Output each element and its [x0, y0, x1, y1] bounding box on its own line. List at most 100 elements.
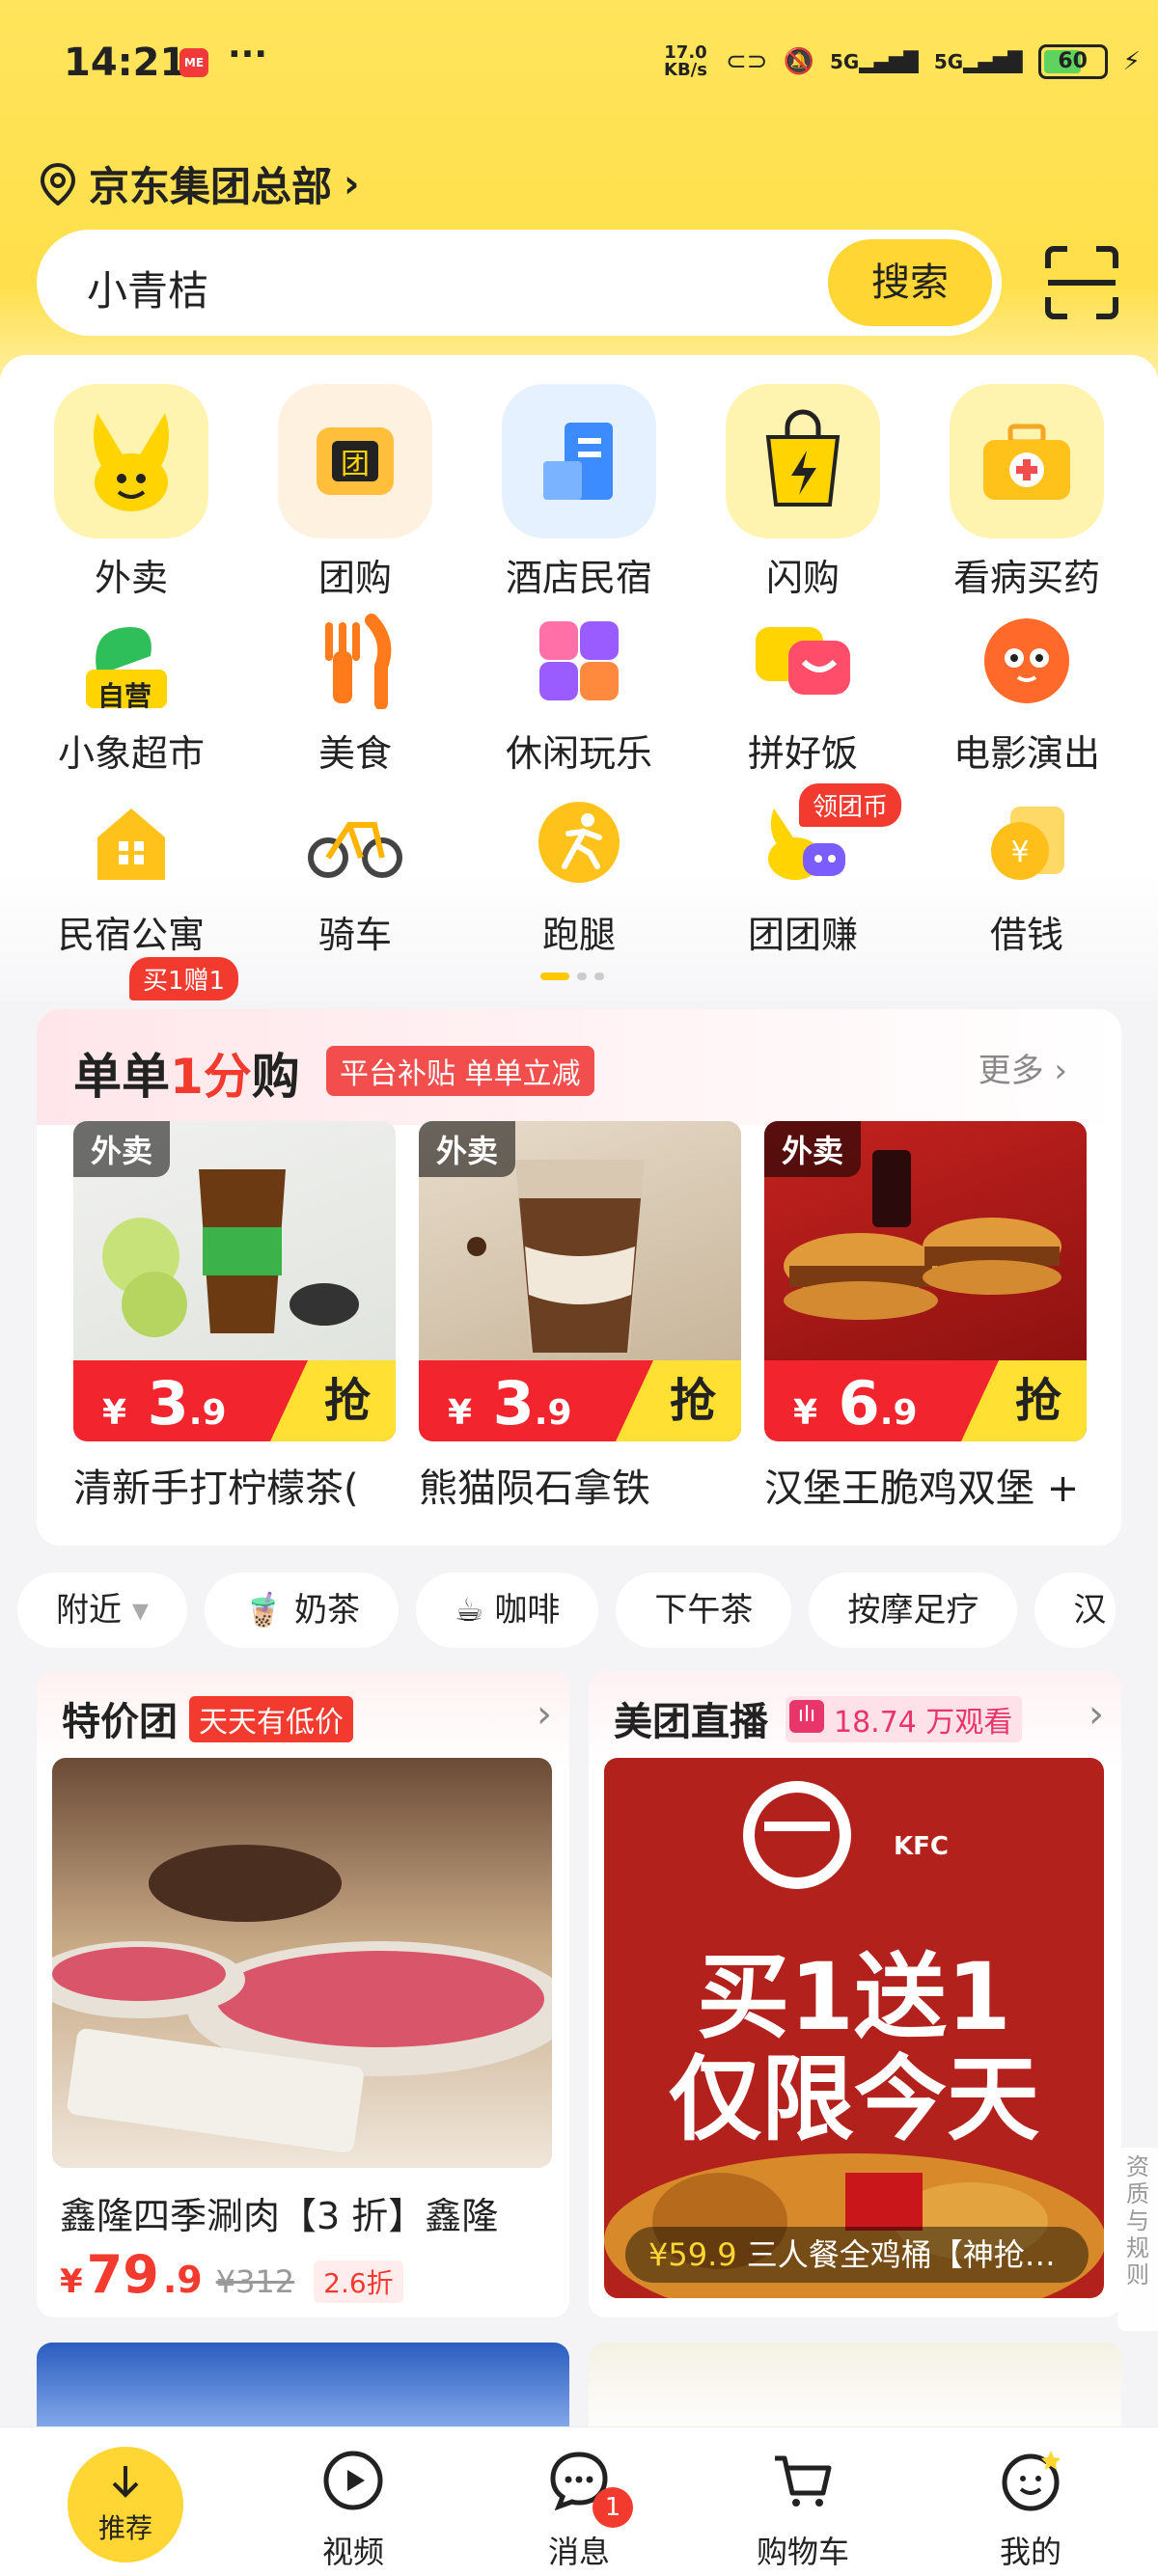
- category-label: 休闲玩乐: [505, 732, 652, 775]
- feed-price: ¥79.9 ¥312 2.6折: [60, 2244, 403, 2305]
- price-main: 79: [86, 2244, 159, 2305]
- runner-icon: [526, 789, 632, 895]
- category-medicine[interactable]: 看病买药: [930, 384, 1123, 601]
- deal-title: 单单1分购: [73, 1038, 300, 1108]
- tab-video[interactable]: 视频: [257, 2447, 450, 2572]
- currency: ¥: [60, 2262, 83, 2301]
- tab-label: 视频: [321, 2534, 384, 2570]
- price-decimal: .9: [879, 1393, 918, 1433]
- smile-icon: [1002, 2451, 1061, 2511]
- promo-badge-coin: 领团币: [799, 783, 902, 827]
- search-bar[interactable]: 小青桔 搜索: [37, 230, 1002, 336]
- filter-milk-tea[interactable]: 🧋 奶茶: [204, 1573, 400, 1648]
- hotel-icon: [502, 384, 656, 538]
- waimai-rabbit-icon: [54, 384, 208, 538]
- tab-messages[interactable]: 消息: [482, 2447, 676, 2572]
- status-time: 14:21: [64, 41, 187, 85]
- category-label: 小象超市: [57, 732, 205, 775]
- down-arrow-icon: [112, 2466, 139, 2498]
- category-bike[interactable]: 骑车: [259, 789, 452, 958]
- self-operated-badge: 自营: [97, 680, 152, 712]
- system-icons: ⊂⊃ 🔕 5G▂▄▆█ 5G▂▄▆█ 60 ⚡: [726, 44, 1141, 79]
- chevron-right-icon[interactable]: ›: [537, 1692, 552, 1737]
- message-badge: 1: [593, 2487, 633, 2528]
- grab-button[interactable]: 抢: [961, 1360, 1087, 1441]
- tab-cart[interactable]: 购物车: [706, 2447, 899, 2572]
- location-selector[interactable]: 京东集团总部 ›: [39, 154, 360, 213]
- category-hotel[interactable]: 酒店民宿: [482, 384, 676, 601]
- category-food[interactable]: 美食: [259, 608, 452, 777]
- filter-more[interactable]: 汉: [1034, 1573, 1117, 1648]
- filter-afternoon-tea[interactable]: 下午茶: [616, 1573, 792, 1648]
- filter-nearby[interactable]: 附近 ▾: [17, 1573, 187, 1648]
- category-label: 团团赚: [747, 914, 858, 956]
- category-apartment[interactable]: 民宿公寓: [35, 789, 228, 958]
- pinhaofan-icon: [750, 608, 856, 714]
- grab-button[interactable]: 抢: [270, 1360, 396, 1441]
- live-stream-card[interactable]: 美团直播 ılı 18.74 万观看 › KFC 买1送1 仅限今天 ¥59.9…: [589, 1671, 1121, 2317]
- burger-image: 外卖: [764, 1121, 1087, 1360]
- price-bar: ¥ 3.9 抢: [419, 1360, 741, 1441]
- category-panel: 外卖 团 团购 酒店民宿 闪购 看病买药 自营 小象超市 买1赠1 美食 休闲玩…: [0, 355, 1158, 1001]
- grab-button[interactable]: 抢: [616, 1360, 741, 1441]
- category-label: 酒店民宿: [505, 557, 652, 599]
- price-main: 6: [838, 1368, 880, 1439]
- bottom-tab-bar: 推荐 视频 消息 购物车 我的: [0, 2426, 1158, 2576]
- category-waimai[interactable]: 外卖: [35, 384, 228, 601]
- filter-label: 咖啡: [494, 1591, 561, 1630]
- special-group-card[interactable]: 特价团 天天有低价 › 鑫隆四季涮肉【3 折】鑫隆 ¥79.9 ¥312 2.6…: [37, 1671, 569, 2317]
- deal-item[interactable]: 外卖 ¥ 6.9 抢 汉堡王脆鸡双堡 +: [764, 1121, 1087, 1513]
- search-input[interactable]: 小青桔: [87, 259, 208, 317]
- category-pinhaofan[interactable]: 拼好饭: [706, 608, 899, 777]
- side-note-text: 资质与规则: [1126, 2153, 1149, 2288]
- search-button[interactable]: 搜索: [828, 239, 992, 326]
- chevron-right-icon[interactable]: ›: [1089, 1692, 1104, 1737]
- play-icon: [323, 2451, 383, 2510]
- category-leisure[interactable]: 休闲玩乐: [482, 608, 676, 777]
- currency: ¥: [793, 1393, 818, 1433]
- deal-title-highlight: 1分: [170, 1049, 252, 1105]
- category-supermarket[interactable]: 自营 小象超市: [35, 608, 228, 777]
- battery-level: 60: [1058, 49, 1088, 73]
- category-shangou[interactable]: 闪购: [706, 384, 899, 601]
- category-errand[interactable]: 跑腿: [482, 789, 676, 958]
- deal-item[interactable]: 外卖 ¥ 3.9 抢 清新手打柠檬茶(: [73, 1121, 396, 1513]
- deal-more-link[interactable]: 更多 ›: [979, 1044, 1067, 1091]
- viewer-count: 18.74 万观看: [834, 1706, 1013, 1740]
- qualification-rules-link[interactable]: 资质与规则: [1117, 2148, 1158, 2331]
- hotpot-image: [52, 1758, 552, 2168]
- deal-price: ¥ 3.9: [102, 1368, 227, 1439]
- currency: ¥: [102, 1393, 127, 1433]
- subsidy-badge: 平台补贴 单单立减: [326, 1046, 594, 1096]
- deal-title-prefix: 单单: [73, 1049, 170, 1105]
- latte-image: 外卖: [419, 1121, 741, 1360]
- medicine-box-icon: [950, 384, 1104, 538]
- flash-bag-icon: [726, 384, 880, 538]
- filter-coffee[interactable]: ☕ 咖啡: [416, 1573, 599, 1648]
- category-loan[interactable]: ¥ 借钱: [930, 789, 1123, 958]
- link-icon: ⊂⊃: [726, 47, 768, 76]
- svg-text:团: 团: [341, 448, 370, 481]
- location-name: 京东集团总部: [89, 163, 333, 210]
- filter-massage[interactable]: 按摩足疗: [809, 1573, 1018, 1648]
- tab-recommend[interactable]: 推荐: [68, 2447, 183, 2562]
- category-page-indicator: [540, 973, 604, 980]
- one-cent-deal-card: 单单1分购 平台补贴 单单立减 更多 › 外卖 ¥ 3.9 抢 清新手打柠檬茶(…: [37, 1009, 1121, 1546]
- category-label: 闪购: [765, 557, 840, 599]
- waimai-tag: 外卖: [419, 1121, 516, 1177]
- category-label: 美食: [317, 732, 392, 775]
- deal-title-suffix: 购: [251, 1049, 300, 1105]
- tab-label: 购物车: [756, 2534, 849, 2570]
- scan-icon[interactable]: [1044, 245, 1119, 320]
- category-movie[interactable]: 电影演出: [930, 608, 1123, 777]
- tab-label: 消息: [547, 2534, 610, 2570]
- category-tuangou[interactable]: 团 团购: [259, 384, 452, 601]
- live-bars-icon: ılı: [789, 1700, 824, 1733]
- category-label: 拼好饭: [747, 732, 858, 775]
- waimai-tag: 外卖: [764, 1121, 862, 1177]
- tab-label: 我的: [999, 2534, 1062, 2570]
- deal-item-name: 汉堡王脆鸡双堡 +: [764, 1466, 1080, 1511]
- tab-mine[interactable]: 我的: [934, 2447, 1127, 2572]
- milk-tea-icon: 🧋: [242, 1591, 285, 1630]
- deal-item[interactable]: 外卖 ¥ 3.9 抢 熊猫陨石拿铁: [419, 1121, 741, 1513]
